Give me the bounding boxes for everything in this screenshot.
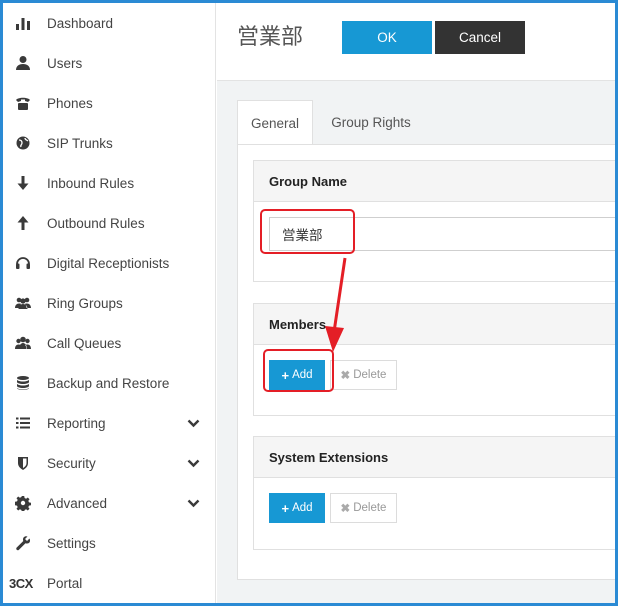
sidebar-item-advanced[interactable]: Advanced: [3, 483, 216, 523]
sidebar-item-label: Backup and Restore: [47, 375, 170, 391]
sidebar-item-label: SIP Trunks: [47, 135, 113, 151]
chevron-down-icon[interactable]: [186, 416, 200, 430]
page-title: 営業部: [237, 24, 304, 49]
delete-label: Delete: [353, 369, 387, 381]
sidebar-item-label: Security: [47, 455, 96, 471]
sidebar-item-sip-trunks[interactable]: SIP Trunks: [3, 123, 216, 163]
section-heading: System Extensions: [254, 437, 616, 478]
sidebar-item-label: Reporting: [47, 415, 106, 431]
system-extensions-add-button[interactable]: + Add: [269, 493, 325, 523]
chevron-down-icon[interactable]: [186, 496, 200, 510]
section-heading: Group Name: [254, 161, 616, 202]
tab-body: Group Name 営業部 Members + Add ✖ Delete Sy…: [237, 144, 617, 580]
shield-icon: [13, 453, 33, 473]
headset-icon: [13, 253, 33, 273]
tab-group-rights[interactable]: Group Rights: [317, 100, 425, 145]
sidebar-item-digital-receptionists[interactable]: Digital Receptionists: [3, 243, 216, 283]
gear-icon: [13, 493, 33, 513]
close-icon: ✖: [340, 503, 351, 515]
sidebar-item-reporting[interactable]: Reporting: [3, 403, 216, 443]
cancel-button[interactable]: Cancel: [435, 21, 525, 54]
sidebar-item-settings[interactable]: Settings: [3, 523, 216, 563]
arrow-up-icon: [13, 213, 33, 233]
sidebar-item-label: Call Queues: [47, 335, 122, 351]
group-name-input[interactable]: 営業部: [269, 217, 617, 251]
page-header: 営業部 OK Cancel: [217, 3, 615, 81]
sidebar-item-label: Ring Groups: [47, 295, 123, 311]
tab-general[interactable]: General: [237, 100, 313, 145]
sidebar-item-dashboard[interactable]: Dashboard: [3, 3, 216, 43]
sidebar-item-label: Advanced: [47, 495, 108, 511]
sidebar-item-label: Portal: [47, 575, 83, 591]
arrow-down-icon: [13, 173, 33, 193]
system-extensions-section: System Extensions + Add ✖ Delete: [253, 436, 616, 550]
sidebar-item-label: Dashboard: [47, 15, 114, 31]
section-heading: Members: [254, 304, 616, 345]
close-icon: ✖: [340, 370, 351, 382]
sidebar-item-portal[interactable]: 3CX Portal: [3, 563, 216, 603]
sidebar-item-phones[interactable]: Phones: [3, 83, 216, 123]
sidebar: Dashboard Users Phones SIP Trunks Inboun…: [3, 3, 216, 603]
sidebar-item-inbound-rules[interactable]: Inbound Rules: [3, 163, 216, 203]
plus-icon: +: [281, 367, 290, 383]
sidebar-item-label: Phones: [47, 95, 93, 111]
wrench-icon: [13, 533, 33, 553]
globe-icon: [13, 133, 33, 153]
members-add-button[interactable]: + Add: [269, 360, 325, 390]
system-extensions-delete-button[interactable]: ✖ Delete: [330, 493, 397, 523]
sidebar-item-users[interactable]: Users: [3, 43, 216, 83]
members-section: Members + Add ✖ Delete: [253, 303, 616, 416]
main-content: 営業部 OK Cancel General Group Rights Group…: [217, 3, 617, 603]
sidebar-item-label: Inbound Rules: [47, 175, 135, 191]
group-icon: [13, 333, 33, 353]
list-icon: [13, 413, 33, 433]
delete-label: Delete: [353, 502, 387, 514]
bar-chart-icon: [13, 13, 33, 33]
sidebar-item-label: Outbound Rules: [47, 215, 145, 231]
sidebar-item-outbound-rules[interactable]: Outbound Rules: [3, 203, 216, 243]
group-name-section: Group Name 営業部: [253, 160, 617, 282]
3cx-logo: 3CX: [9, 575, 33, 591]
ok-button[interactable]: OK: [342, 21, 432, 54]
plus-icon: +: [281, 500, 290, 516]
add-label: Add: [292, 369, 313, 381]
chevron-down-icon[interactable]: [186, 456, 200, 470]
sidebar-item-security[interactable]: Security: [3, 443, 216, 483]
sidebar-item-call-queues[interactable]: Call Queues: [3, 323, 216, 363]
sidebar-item-label: Users: [47, 55, 83, 71]
users-icon: [13, 293, 33, 313]
user-icon: [13, 53, 33, 73]
database-icon: [13, 373, 33, 393]
sidebar-item-ring-groups[interactable]: Ring Groups: [3, 283, 216, 323]
sidebar-item-backup-restore[interactable]: Backup and Restore: [3, 363, 216, 403]
members-delete-button[interactable]: ✖ Delete: [330, 360, 397, 390]
tab-panel: General Group Rights Group Name 営業部 Memb…: [237, 100, 617, 580]
phone-icon: [13, 93, 33, 113]
sidebar-item-label: Settings: [47, 535, 96, 551]
add-label: Add: [292, 502, 313, 514]
sidebar-item-label: Digital Receptionists: [47, 255, 170, 271]
